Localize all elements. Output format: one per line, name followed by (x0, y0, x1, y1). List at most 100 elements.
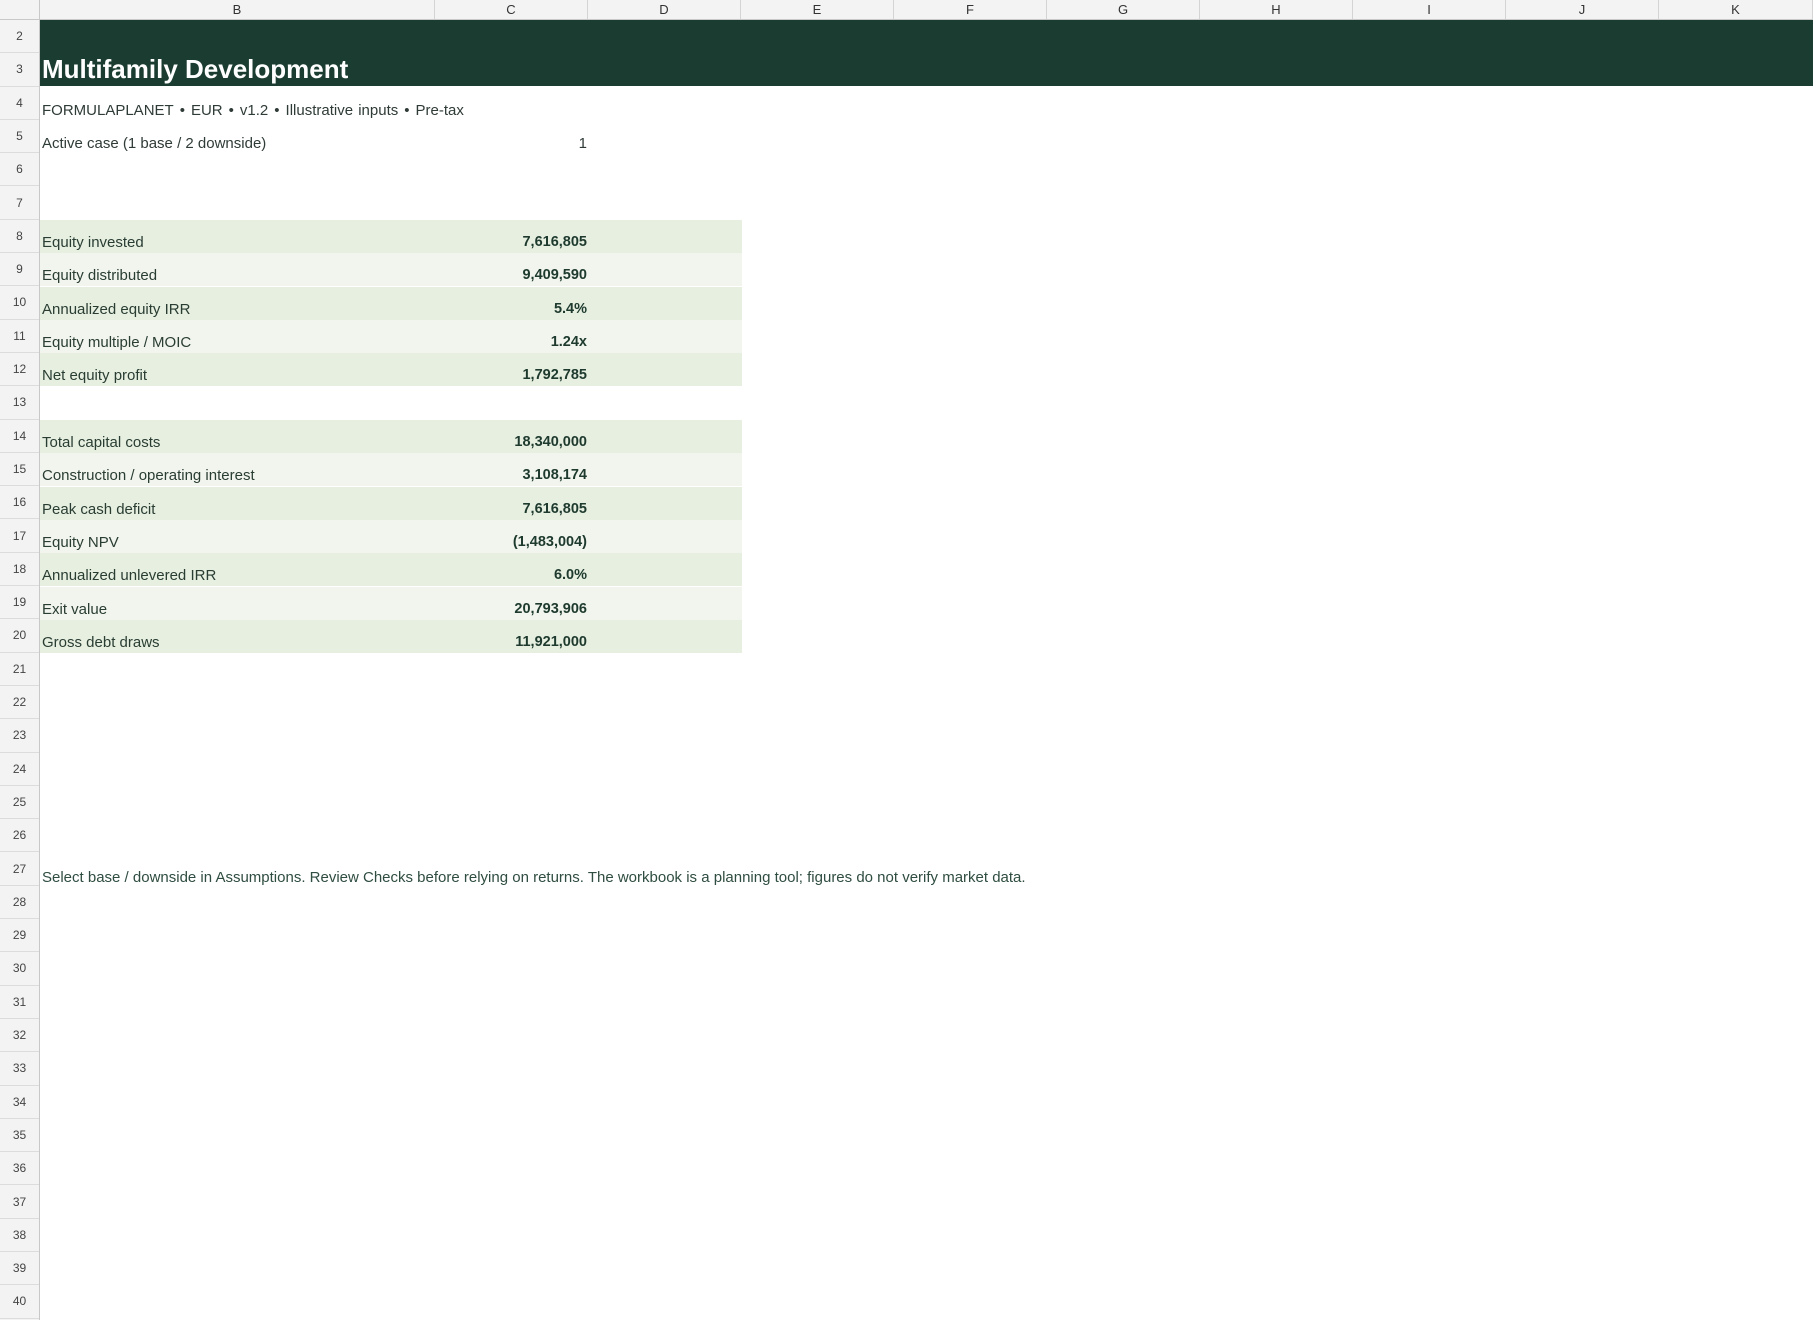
column-header-k[interactable]: K (1659, 0, 1813, 19)
select-all-corner[interactable] (0, 0, 40, 19)
row-header-17[interactable]: 17 (0, 520, 39, 553)
kpi-label[interactable]: Equity NPV (42, 534, 119, 551)
kpi-label[interactable]: Equity multiple / MOIC (42, 334, 191, 351)
kpi-value[interactable]: 6.0% (440, 567, 587, 583)
subtitle-separator: • (228, 102, 234, 119)
row-header-38[interactable]: 38 (0, 1219, 39, 1253)
column-header-g[interactable]: G (1047, 0, 1200, 19)
kpi-row: Gross debt draws 11,921,000 (40, 619, 742, 653)
row-header-23[interactable]: 23 (0, 719, 39, 753)
kpi-value[interactable]: 1.24x (440, 334, 587, 350)
kpi-value[interactable]: (1,483,004) (440, 534, 587, 550)
row-header-5[interactable]: 5 (0, 120, 39, 154)
kpi-label[interactable]: Construction / operating interest (42, 467, 255, 484)
kpi-value[interactable]: 7,616,805 (440, 501, 587, 517)
column-header-c[interactable]: C (435, 0, 588, 19)
row-header-24[interactable]: 24 (0, 753, 39, 786)
kpi-label[interactable]: Gross debt draws (42, 634, 160, 651)
kpi-row: Total capital costs 18,340,000 (40, 420, 742, 453)
kpi-label[interactable]: Exit value (42, 601, 107, 618)
row-header-16[interactable]: 16 (0, 486, 39, 520)
column-header-b[interactable]: B (40, 0, 435, 19)
sheet-subtitle[interactable]: FORMULAPLANET • EUR • v1.2 • Illustrative inpu… (42, 102, 464, 119)
row-header-27[interactable]: 27 (0, 853, 39, 886)
row-header-19[interactable]: 19 (0, 586, 39, 620)
column-header-d[interactable]: D (588, 0, 741, 19)
row-header-13[interactable]: 13 (0, 386, 39, 420)
kpi-value[interactable]: 18,340,000 (440, 434, 587, 450)
kpi-row: Annualized equity IRR 5.4% (40, 286, 742, 320)
kpi-label[interactable]: Equity invested (42, 234, 144, 251)
column-header-bar: BCDEFGHIJK (0, 0, 1813, 20)
row-header-34[interactable]: 34 (0, 1086, 39, 1119)
row-header-29[interactable]: 29 (0, 919, 39, 953)
kpi-row: Net equity profit 1,792,785 (40, 353, 742, 387)
row-header-37[interactable]: 37 (0, 1186, 39, 1219)
row-header-12[interactable]: 12 (0, 353, 39, 387)
row-header-14[interactable]: 14 (0, 420, 39, 453)
row-header-30[interactable]: 30 (0, 952, 39, 986)
row-header-26[interactable]: 26 (0, 819, 39, 853)
subtitle-separator: • (404, 102, 410, 119)
column-header-i[interactable]: I (1353, 0, 1506, 19)
kpi-row: Exit value 20,793,906 (40, 586, 742, 620)
row-header-3[interactable]: 3 (0, 53, 39, 87)
sheet-title[interactable]: Multifamily Development (42, 54, 348, 85)
subtitle-inputs-note: Illustrative inputs (285, 102, 399, 119)
row-header-8[interactable]: 8 (0, 220, 39, 254)
kpi-value[interactable]: 1,792,785 (440, 367, 587, 383)
kpi-label[interactable]: Equity distributed (42, 267, 157, 284)
kpi-row: Equity invested 7,616,805 (40, 220, 742, 253)
row-header-9[interactable]: 9 (0, 253, 39, 287)
row-header-40[interactable]: 40 (0, 1285, 39, 1319)
kpi-label[interactable]: Annualized unlevered IRR (42, 567, 216, 584)
row-header-33[interactable]: 33 (0, 1052, 39, 1086)
row-header-6[interactable]: 6 (0, 153, 39, 187)
row-header-7[interactable]: 7 (0, 187, 39, 220)
subtitle-tax-basis: Pre-tax (415, 102, 464, 119)
active-case-label[interactable]: Active case (1 base / 2 downside) (42, 135, 266, 152)
kpi-row: Equity multiple / MOIC 1.24x (40, 319, 742, 353)
row-header-gutter: 2 3 4 5 6 7 8 9 10 11 12 13 14 15 16 17 18 19 20 21 22 23 24 25… (0, 20, 40, 1320)
row-header-39[interactable]: 39 (0, 1252, 39, 1286)
kpi-value[interactable]: 7,616,805 (440, 234, 587, 250)
subtitle-currency: EUR (190, 102, 223, 119)
row-header-15[interactable]: 15 (0, 453, 39, 487)
spreadsheet-sheet: BCDEFGHIJK 2 3 4 5 6 7 8 9 10 11 12 13 14 15 16 17 18 19 2… (0, 0, 1813, 1320)
row-header-31[interactable]: 31 (0, 986, 39, 1019)
kpi-label[interactable]: Peak cash deficit (42, 501, 155, 518)
row-header-22[interactable]: 22 (0, 686, 39, 720)
row-header-36[interactable]: 36 (0, 1152, 39, 1186)
row-header-35[interactable]: 35 (0, 1119, 39, 1153)
kpi-label[interactable]: Total capital costs (42, 434, 160, 451)
column-header-h[interactable]: H (1200, 0, 1353, 19)
row-header-21[interactable]: 21 (0, 653, 39, 686)
row-header-2[interactable]: 2 (0, 20, 39, 54)
row-header-11[interactable]: 11 (0, 320, 39, 353)
kpi-row: Peak cash deficit 7,616,805 (40, 486, 742, 520)
kpi-row: Annualized unlevered IRR 6.0% (40, 553, 742, 587)
kpi-value[interactable]: 20,793,906 (440, 601, 587, 617)
kpi-label[interactable]: Annualized equity IRR (42, 301, 190, 318)
row-header-25[interactable]: 25 (0, 786, 39, 820)
active-case-value-cell[interactable]: 1 (440, 135, 587, 152)
row-header-28[interactable]: 28 (0, 886, 39, 920)
subtitle-separator: • (179, 102, 185, 119)
row-header-18[interactable]: 18 (0, 553, 39, 587)
row-header-4[interactable]: 4 (0, 87, 39, 120)
row-header-10[interactable]: 10 (0, 286, 39, 320)
kpi-value[interactable]: 5.4% (440, 301, 587, 317)
row-header-20[interactable]: 20 (0, 619, 39, 653)
row-header-32[interactable]: 32 (0, 1019, 39, 1053)
footer-note[interactable]: Select base / downside in Assumptions. R… (42, 869, 1026, 886)
kpi-value[interactable]: 11,921,000 (440, 634, 587, 650)
subtitle-version: v1.2 (239, 102, 269, 119)
subtitle-brand: FORMULAPLANET (42, 102, 174, 119)
kpi-value[interactable]: 3,108,174 (440, 467, 587, 483)
kpi-value[interactable]: 9,409,590 (440, 267, 587, 283)
column-header-e[interactable]: E (741, 0, 894, 19)
column-header-f[interactable]: F (894, 0, 1047, 19)
kpi-label[interactable]: Net equity profit (42, 367, 147, 384)
kpi-row: Equity NPV (1,483,004) (40, 519, 742, 553)
column-header-j[interactable]: J (1506, 0, 1659, 19)
